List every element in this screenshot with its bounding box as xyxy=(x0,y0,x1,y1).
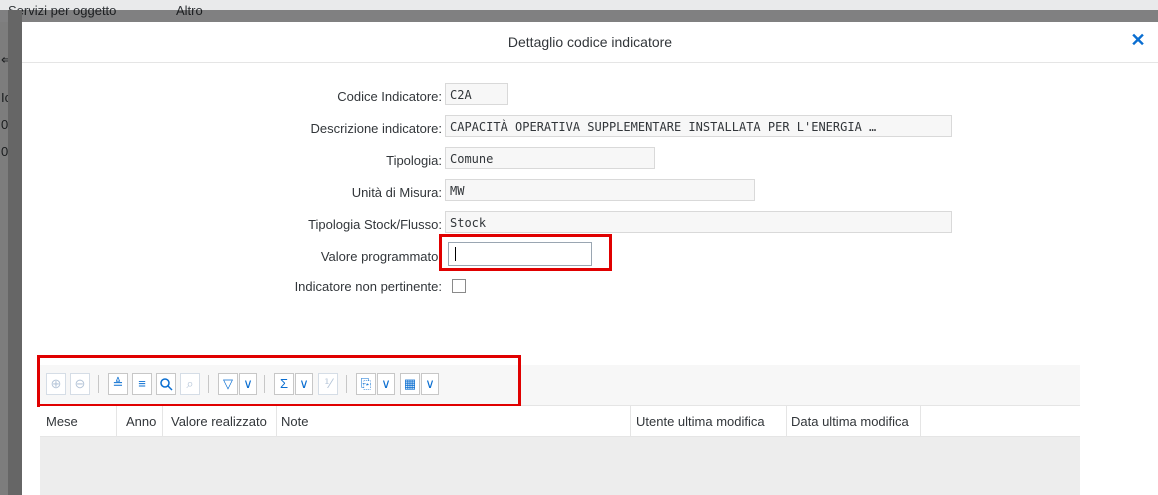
unita-di-misura-label: Unità di Misura: xyxy=(351,185,442,200)
table-body xyxy=(40,437,1080,495)
column-anno[interactable]: Anno xyxy=(126,414,156,429)
codice-indicatore-label: Codice Indicatore: xyxy=(337,89,442,104)
unita-di-misura-field: MW xyxy=(445,179,755,201)
column-separator xyxy=(920,406,921,436)
column-separator xyxy=(630,406,631,436)
column-separator xyxy=(786,406,787,436)
overlay-edge xyxy=(8,10,22,495)
column-valore-realizzato[interactable]: Valore realizzato xyxy=(171,414,267,429)
column-separator xyxy=(116,406,117,436)
close-icon[interactable]: ✕ xyxy=(1128,30,1148,50)
column-utente-ultima-modifica[interactable]: Utente ultima modifica xyxy=(636,414,765,429)
descrizione-indicatore-field: CAPACITÀ OPERATIVA SUPPLEMENTARE INSTALL… xyxy=(445,115,952,137)
valore-programmato-highlight xyxy=(439,234,612,271)
tipologia-field: Comune xyxy=(445,147,655,169)
tipologia-stock-flusso-field: Stock xyxy=(445,211,952,233)
valore-programmato-label: Valore programmato: xyxy=(320,249,442,264)
column-mese[interactable]: Mese xyxy=(46,414,78,429)
column-separator xyxy=(276,406,277,436)
dialog-title: Dettaglio codice indicatore xyxy=(507,34,673,50)
tipologia-stock-flusso-label: Tipologia Stock/Flusso: xyxy=(308,217,442,232)
table-header: Mese Anno Valore realizzato Note Utente … xyxy=(40,406,1080,437)
tipologia-label: Tipologia: xyxy=(386,153,442,168)
column-data-ultima-modifica[interactable]: Data ultima modifica xyxy=(791,414,909,429)
column-separator xyxy=(162,406,163,436)
codice-indicatore-field: C2A xyxy=(445,83,508,105)
indicatore-non-pertinente-label: Indicatore non pertinente: xyxy=(294,279,442,294)
detail-dialog: Dettaglio codice indicatore ✕ Codice Ind… xyxy=(22,22,1158,495)
descrizione-indicatore-label: Descrizione indicatore: xyxy=(310,121,442,136)
column-note[interactable]: Note xyxy=(281,414,308,429)
toolbar-highlight xyxy=(37,355,521,407)
dialog-header: Dettaglio codice indicatore ✕ xyxy=(22,22,1158,63)
indicatore-non-pertinente-checkbox[interactable] xyxy=(452,279,466,293)
